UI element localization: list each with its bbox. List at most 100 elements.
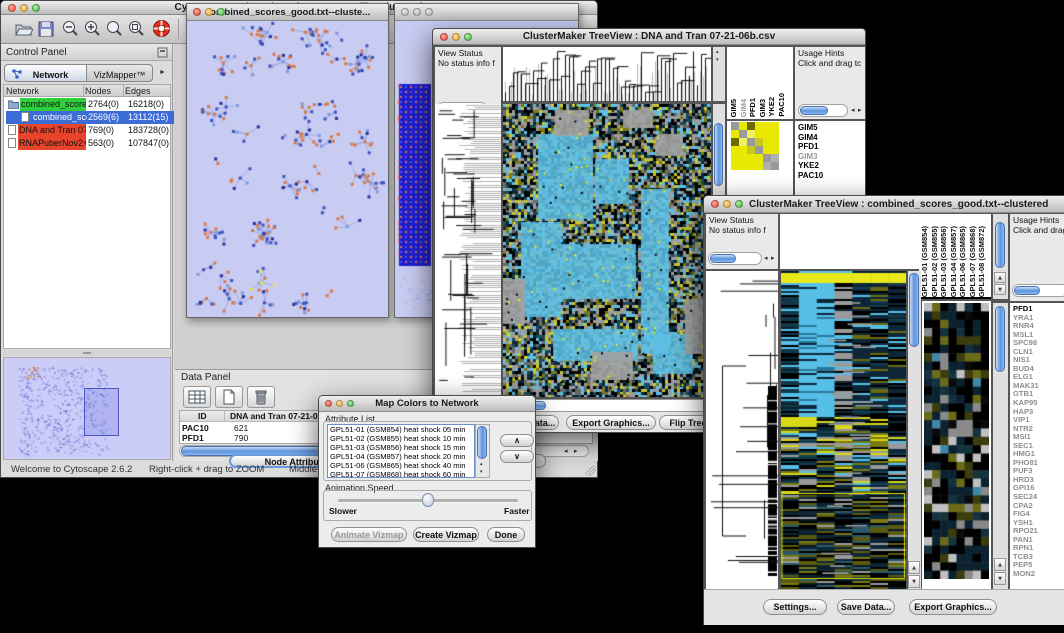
attribute-item[interactable]: GPL51-07 (GSM868) heat shock 60 min xyxy=(328,470,474,478)
tv2-gene-scrollbar[interactable]: ▲ ▼ xyxy=(993,303,1008,589)
scroll-left-arrow[interactable]: ◂ xyxy=(764,255,768,262)
heatmap-cell[interactable] xyxy=(763,122,771,130)
tab-network[interactable]: Network xyxy=(4,64,87,82)
scroll-right-arrow[interactable]: ▸ xyxy=(574,448,578,455)
minimize-button[interactable] xyxy=(336,400,343,407)
heatmap-cell[interactable] xyxy=(731,122,739,130)
heatmap-cell[interactable] xyxy=(731,162,739,170)
attribute-list[interactable]: GPL51-01 (GSM854) heat shock 05 minGPL51… xyxy=(327,424,475,478)
help-ring-icon[interactable] xyxy=(152,19,171,38)
attribute-item[interactable]: GPL51-02 (GSM855) heat shock 10 min xyxy=(328,434,474,443)
tv2-labels-scrollbar[interactable]: ▲ ▼ xyxy=(993,214,1008,299)
minimize-button[interactable] xyxy=(413,8,421,16)
treeview2-titlebar[interactable]: ClusterMaker TreeView : combined_scores_… xyxy=(704,196,1064,213)
treeview1-titlebar[interactable]: ClusterMaker TreeView : DNA and Tran 07-… xyxy=(433,29,865,45)
close-button[interactable] xyxy=(711,200,719,208)
heatmap-cell[interactable] xyxy=(747,146,755,154)
heatmap-cell[interactable] xyxy=(763,162,771,170)
animate-vizmap-button[interactable]: Animate Vizmap xyxy=(331,527,407,542)
row-dendrogram-canvas[interactable] xyxy=(435,104,501,397)
close-button[interactable] xyxy=(8,4,16,12)
col-nodes[interactable]: Nodes xyxy=(85,86,111,96)
scroll-up-button[interactable]: ▲ xyxy=(994,272,1006,283)
window-resize-grip[interactable] xyxy=(585,465,596,476)
zoom-out-icon[interactable] xyxy=(61,20,79,38)
heatmap-cell[interactable] xyxy=(739,122,747,130)
export-graphics-button[interactable]: Export Graphics... xyxy=(909,599,997,615)
heatmap-cell[interactable] xyxy=(755,130,763,138)
zoom-in-icon[interactable] xyxy=(83,20,101,38)
float-panel-icon[interactable] xyxy=(157,47,168,58)
zoom-heatmap-canvas[interactable] xyxy=(924,303,989,579)
attribute-item[interactable]: GPL51-01 (GSM854) heat shock 05 min xyxy=(328,425,474,434)
global-heatmap-canvas[interactable] xyxy=(503,104,711,397)
dialog-titlebar[interactable]: Map Colors to Network xyxy=(319,396,535,412)
settings-button[interactable]: Settings... xyxy=(763,599,827,615)
close-button[interactable] xyxy=(325,400,332,407)
network-row-combined-scores[interactable]: combined_scores 2764(0) 16218(0) xyxy=(6,98,174,111)
heatmap-cell[interactable] xyxy=(755,138,763,146)
scroll-down-arrow[interactable]: ▾ xyxy=(480,470,483,475)
heatmap-cell[interactable] xyxy=(747,122,755,130)
move-up-button[interactable]: ∧ xyxy=(500,434,534,447)
id-column-header[interactable]: ID xyxy=(198,411,207,421)
export-graphics-button[interactable]: Export Graphics... xyxy=(566,415,656,430)
heatmap-cell[interactable] xyxy=(771,130,779,138)
scroll-thumb[interactable] xyxy=(710,254,736,263)
vscroll-thumb[interactable] xyxy=(909,273,919,347)
heatmap-cell[interactable] xyxy=(739,154,747,162)
attr-column-header[interactable]: DNA and Tran 07-21-06... xyxy=(230,411,329,421)
heatmap-cell[interactable] xyxy=(731,138,739,146)
vscroll-thumb[interactable] xyxy=(995,306,1005,372)
heatmap-cell[interactable] xyxy=(755,122,763,130)
tab-overflow-button[interactable]: ► xyxy=(156,65,169,81)
zoom-heatmap-grid[interactable] xyxy=(731,122,779,170)
minimize-button[interactable] xyxy=(205,8,213,16)
attribute-item[interactable]: GPL51-03 (GSM856) heat shock 15 min xyxy=(328,443,474,452)
zoom-button[interactable] xyxy=(464,33,472,41)
panel-splitter[interactable] xyxy=(3,350,171,356)
heatmap-cell[interactable] xyxy=(755,154,763,162)
heatmap-cell[interactable] xyxy=(755,162,763,170)
col-network[interactable]: Network xyxy=(6,86,39,96)
zoom-button[interactable] xyxy=(347,400,354,407)
save-data-button[interactable]: Save Data... xyxy=(837,599,895,615)
col-edges[interactable]: Edges xyxy=(125,86,151,96)
heatmap-cell[interactable] xyxy=(739,138,747,146)
minimize-button[interactable] xyxy=(452,33,460,41)
speed-slider-thumb[interactable] xyxy=(422,493,434,507)
scroll-up-arrow[interactable]: ▴ xyxy=(480,462,483,467)
scroll-left-arrow[interactable]: ◂ xyxy=(851,107,855,114)
save-icon[interactable] xyxy=(37,20,55,38)
scroll-thumb[interactable] xyxy=(800,106,828,115)
heatmap-cell[interactable] xyxy=(747,154,755,162)
heatmap-cell[interactable] xyxy=(771,146,779,154)
heatmap-cell[interactable] xyxy=(739,146,747,154)
zoom-button[interactable] xyxy=(217,8,225,16)
heatmap-cell[interactable] xyxy=(771,154,779,162)
move-down-button[interactable]: ∨ xyxy=(500,450,534,463)
tv2-vscrollbar[interactable]: ▲ ▼ xyxy=(908,271,921,589)
global-heatmap-canvas[interactable] xyxy=(781,271,906,589)
overview-selection-rect[interactable] xyxy=(84,388,119,436)
zoom-button[interactable] xyxy=(735,200,743,208)
network-view-titlebar[interactable]: combined_scores_good.txt--cluste... xyxy=(187,4,388,21)
heatmap-cell[interactable] xyxy=(763,154,771,162)
heatmap-cell[interactable] xyxy=(763,138,771,146)
scroll-up-arrow[interactable]: ▴ xyxy=(716,50,719,55)
scroll-left-arrow[interactable]: ◂ xyxy=(564,448,568,455)
heatmap-cell[interactable] xyxy=(771,122,779,130)
zoom-button[interactable] xyxy=(425,8,433,16)
minimize-button[interactable] xyxy=(20,4,28,12)
heatmap-cell[interactable] xyxy=(739,130,747,138)
scroll-up-button[interactable]: ▲ xyxy=(908,561,920,574)
table-mode-button[interactable] xyxy=(183,386,211,408)
heatmap-cell[interactable] xyxy=(747,138,755,146)
close-button[interactable] xyxy=(401,8,409,16)
scroll-thumb[interactable] xyxy=(477,426,487,459)
tab-vizmapper[interactable]: VizMapper™ xyxy=(87,64,153,82)
heatmap-cell[interactable] xyxy=(763,130,771,138)
heatmap-cell[interactable] xyxy=(731,154,739,162)
heatmap-cell[interactable] xyxy=(763,146,771,154)
network-row-dna-tran[interactable]: DNA and Tran 07 769(0) 183728(0) xyxy=(6,124,174,137)
